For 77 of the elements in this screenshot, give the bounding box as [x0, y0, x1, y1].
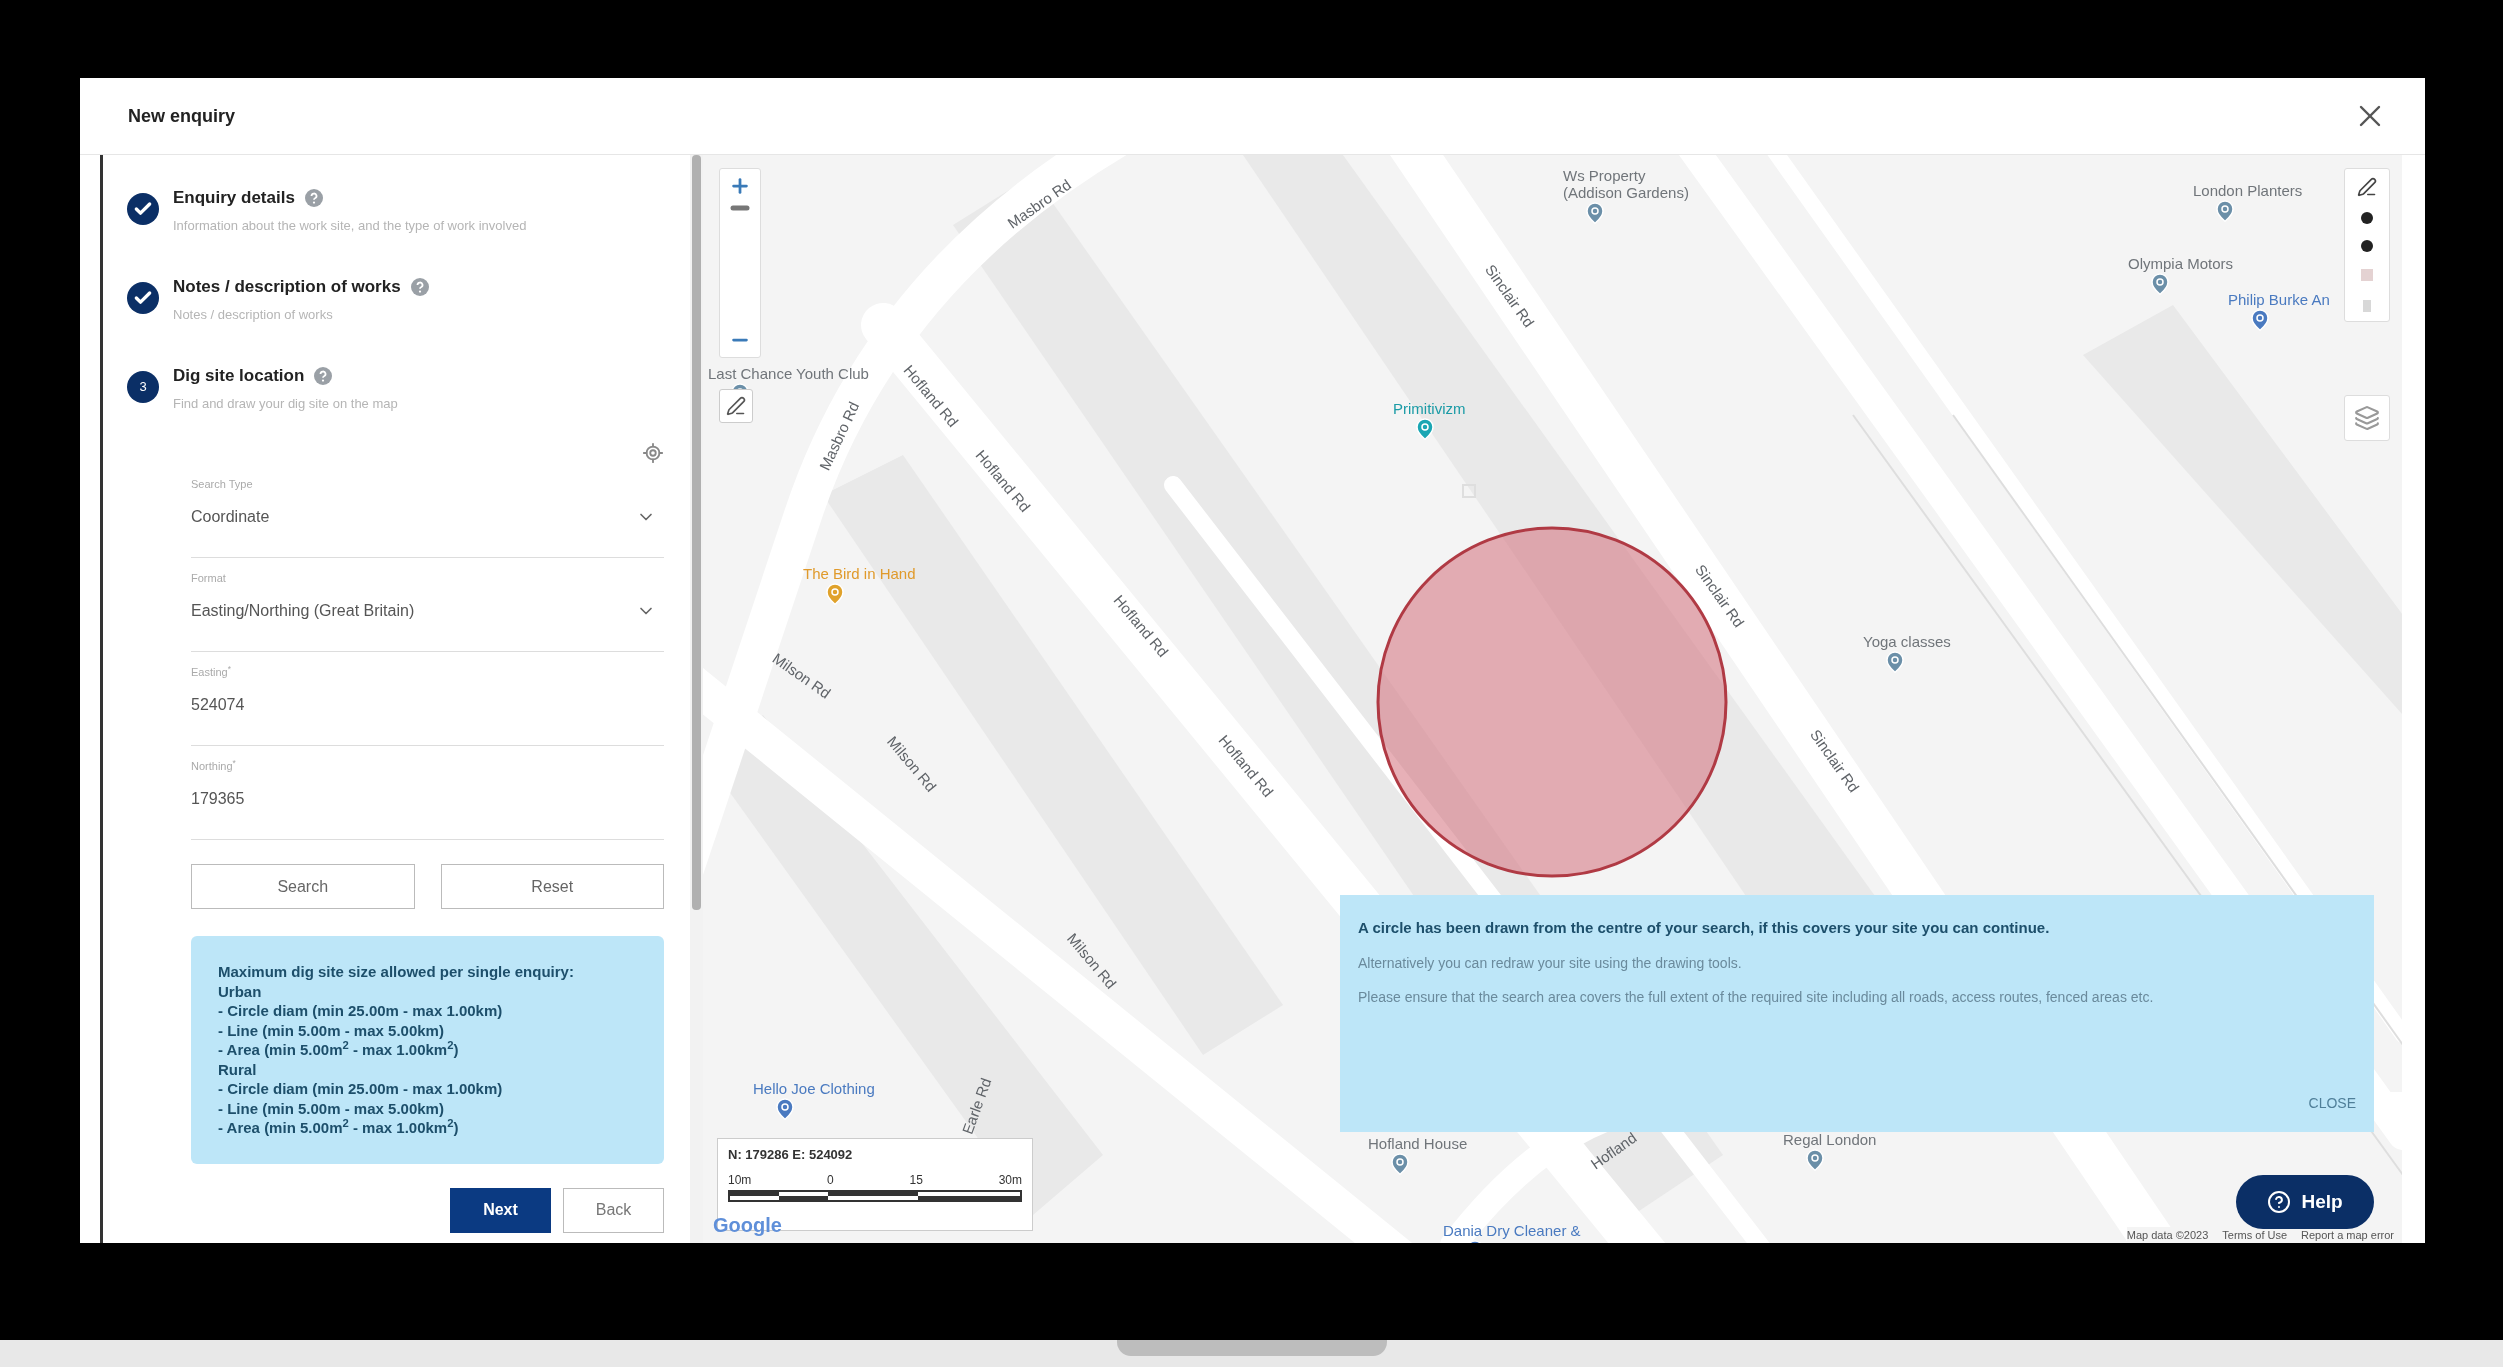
- scrollbar-thumb[interactable]: [692, 155, 701, 910]
- place-label: Hofland House: [1368, 1135, 1468, 1152]
- info-text: - Circle diam (min 25.00m - max 1.00km): [218, 1001, 504, 1021]
- form-button[interactable]: Search: [191, 864, 415, 909]
- map-pin-icon: [773, 1097, 797, 1121]
- place-label: Yoga classes: [1863, 633, 1951, 650]
- info-text: Rural: [218, 1059, 258, 1079]
- place-label: Philip Burke An: [2228, 291, 2330, 308]
- place-label: Dania Dry Cleaner &: [1443, 1222, 1581, 1239]
- next-button[interactable]: Next: [450, 1187, 551, 1233]
- info-text: - Line (min 5.00m - max 5.00km): [218, 1020, 445, 1040]
- scale-tick-label: 0: [827, 1171, 834, 1189]
- map-pin-icon: [1803, 1148, 1827, 1172]
- field-label: Northing$^{*}$: [191, 758, 237, 774]
- step-description: Information about the work site, and the type of work involved: [173, 216, 527, 235]
- scale-tick-label: 15: [909, 1171, 923, 1189]
- place-label: Regal London: [1783, 1131, 1877, 1148]
- scale-tick-label: 30m: [998, 1171, 1022, 1189]
- step-title: Enquiry details: [173, 187, 295, 209]
- coordinates-text: N: 179286 E: 524092: [728, 1146, 854, 1164]
- field-label: Easting$^{*}$: [191, 664, 232, 680]
- help-icon[interactable]: [410, 277, 429, 296]
- map-pin-icon: [823, 582, 847, 606]
- input-field[interactable]: 524074: [191, 692, 664, 717]
- map-logo: Google: [713, 1213, 782, 1237]
- form-button[interactable]: Reset: [440, 864, 664, 909]
- select-field[interactable]: Coordinate: [191, 504, 664, 529]
- map-pin-icon: [1583, 201, 1607, 225]
- pen-icon: [726, 396, 746, 416]
- step-description: Find and draw your dig site on the map: [173, 394, 398, 413]
- input-field[interactable]: 179365: [191, 786, 664, 811]
- notice-text: Alternatively you can redraw your site using the drawing tools.: [1358, 953, 1743, 973]
- layers-button[interactable]: [2344, 395, 2390, 441]
- place-label: Hello Joe Clothing: [753, 1080, 875, 1097]
- place-label: London Planters: [2193, 182, 2303, 199]
- field-label: Search Type: [191, 477, 254, 492]
- window-title: New enquiry: [128, 104, 236, 128]
- point-tool-icon[interactable]: [2360, 211, 2374, 225]
- attribution-link[interactable]: Terms of Use: [2222, 1227, 2288, 1243]
- help-icon[interactable]: [304, 188, 323, 207]
- help-icon[interactable]: [314, 366, 333, 385]
- map-pin-icon: [1883, 650, 1907, 674]
- notice-text: Please ensure that the search area covers the full extent of the required site including all roads, access routes, fenced areas etc.: [1358, 987, 2155, 1007]
- notice-title: A circle has been drawn from the centre of your search, if this covers your site you can continue.: [1358, 918, 2051, 938]
- back-button[interactable]: Back: [563, 1187, 664, 1233]
- info-text: - Area (min 5.00m$^{2}$ - max 1.00km$^{2}$): [218, 1040, 460, 1060]
- scale-tick-label: 10m: [728, 1171, 752, 1189]
- attribution-link[interactable]: Report a map error: [2301, 1227, 2394, 1243]
- layers-icon: [2354, 405, 2380, 431]
- info-text: - Area (min 5.00m$^{2}$ - max 1.00km$^{2}$): [218, 1118, 460, 1138]
- place-label: The Bird in Hand: [803, 565, 916, 582]
- map-pin-icon: [2213, 199, 2237, 223]
- step-description: Notes / description of works: [173, 305, 334, 324]
- info-text: Maximum dig site size allowed per single enquiry:: [218, 962, 575, 982]
- place-label: Last Chance Youth Club: [708, 365, 869, 382]
- select-field[interactable]: Easting/Northing (Great Britain): [191, 598, 664, 623]
- step-number: 3: [127, 371, 159, 403]
- step-title: Notes / description of works: [173, 276, 401, 298]
- place-label: Ws Property (Addison Gardens): [1563, 167, 1689, 201]
- locate-icon[interactable]: [642, 442, 664, 464]
- info-text: - Line (min 5.00m - max 5.00km): [218, 1098, 445, 1118]
- map-pin-icon: [1388, 1152, 1412, 1176]
- map-pin-icon: [2248, 308, 2272, 332]
- help-icon: [2267, 1190, 2292, 1214]
- field-label: Format: [191, 571, 227, 586]
- place-label: Olympia Motors: [2128, 255, 2234, 272]
- scale-bar-icon: [728, 1188, 1022, 1203]
- info-text: Urban: [218, 981, 263, 1001]
- info-text: - Circle diam (min 25.00m - max 1.00km): [218, 1079, 504, 1099]
- step-title: Dig site location: [173, 365, 305, 387]
- place-label: Primitivizm: [1393, 400, 1466, 417]
- help-button[interactable]: Help: [2236, 1175, 2374, 1229]
- road-label: Earle Rd: [957, 1075, 996, 1138]
- draw-button[interactable]: [719, 389, 753, 423]
- map-pin-icon: [2148, 272, 2172, 296]
- zoom-in-icon[interactable]: [729, 175, 751, 197]
- map-pin-icon: [1413, 417, 1437, 441]
